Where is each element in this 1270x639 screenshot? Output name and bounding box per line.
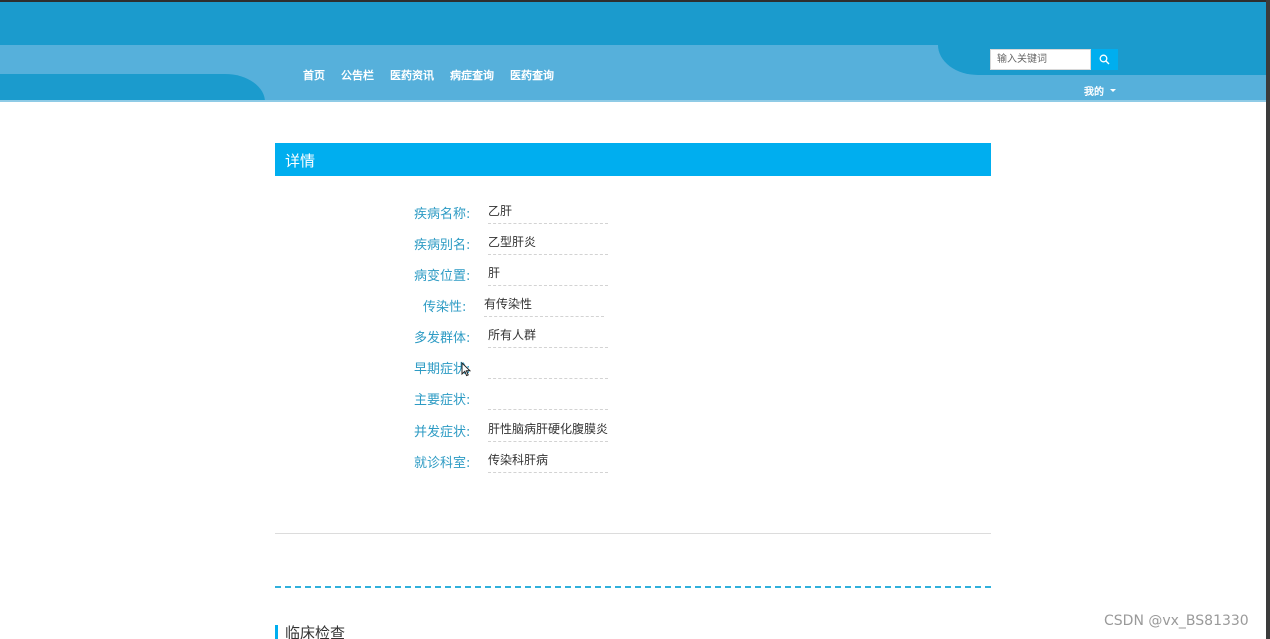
window-top-border	[0, 0, 1270, 2]
nav-medicine-query[interactable]: 医药查询	[510, 67, 554, 83]
site-header: 首页 公告栏 医药资讯 病症查询 医药查询 我的	[0, 0, 1270, 102]
field-row-early-symptoms: 早期症状:	[0, 355, 1270, 386]
field-label: 疾病名称:	[414, 207, 471, 222]
detail-title-bar: 详情	[275, 143, 991, 176]
field-label: 多发群体:	[414, 331, 471, 346]
search-input[interactable]	[990, 49, 1091, 70]
field-label: 主要症状:	[414, 393, 471, 408]
field-value	[488, 386, 608, 410]
nav-disease-query[interactable]: 病症查询	[450, 67, 494, 83]
field-row-complications: 并发症状: 肝性脑病肝硬化腹膜炎	[0, 418, 1270, 449]
field-value: 有传染性	[484, 293, 604, 317]
nav-home[interactable]: 首页	[303, 67, 325, 83]
mouse-cursor-icon	[461, 362, 471, 377]
search-icon	[1099, 54, 1110, 65]
field-row-disease-name: 疾病名称: 乙肝	[0, 200, 1270, 231]
header-band-left-shape	[0, 74, 265, 102]
dashed-divider	[275, 586, 991, 588]
window-right-edge	[1266, 0, 1270, 639]
user-menu[interactable]: 我的	[1084, 83, 1116, 98]
field-value: 肝	[488, 262, 608, 286]
field-row-lesion-location: 病变位置: 肝	[0, 262, 1270, 293]
nav-medical-news[interactable]: 医药资讯	[390, 67, 434, 83]
field-row-susceptible-group: 多发群体: 所有人群	[0, 324, 1270, 355]
field-value: 乙型肝炎	[488, 231, 608, 255]
detail-title: 详情	[285, 152, 316, 170]
field-value: 肝性脑病肝硬化腹膜炎	[488, 418, 608, 442]
field-value: 传染科肝病	[488, 449, 608, 473]
search-button[interactable]	[1091, 49, 1118, 70]
section-accent-bar	[275, 624, 278, 639]
field-value: 乙肝	[488, 200, 608, 224]
field-label: 疾病别名:	[414, 238, 471, 253]
watermark: CSDN @vx_BS81330	[1104, 613, 1249, 629]
field-label: 并发症状:	[414, 425, 471, 440]
section-heading: 临床检查	[275, 622, 345, 639]
field-value: 所有人群	[488, 324, 608, 348]
main-nav: 首页 公告栏 医药资讯 病症查询 医药查询	[303, 67, 554, 83]
section-heading-text: 临床检查	[285, 624, 346, 639]
header-bottom-line	[0, 100, 1270, 102]
field-row-department: 就诊科室: 传染科肝病	[0, 449, 1270, 480]
search-box	[990, 49, 1118, 70]
divider	[275, 533, 991, 534]
field-label: 传染性:	[423, 300, 467, 315]
field-value	[488, 355, 608, 379]
user-menu-label: 我的	[1084, 87, 1104, 98]
page: 首页 公告栏 医药资讯 病症查询 医药查询 我的 详情 疾病名称: 乙肝	[0, 0, 1270, 639]
caret-down-icon	[1110, 89, 1116, 92]
field-label: 病变位置:	[414, 269, 471, 284]
field-row-contagious: 传染性: 有传染性	[0, 293, 1270, 324]
nav-notice-board[interactable]: 公告栏	[341, 67, 374, 83]
field-label: 就诊科室:	[414, 456, 471, 471]
field-row-main-symptoms: 主要症状:	[0, 386, 1270, 417]
field-row-disease-alias: 疾病别名: 乙型肝炎	[0, 231, 1270, 262]
